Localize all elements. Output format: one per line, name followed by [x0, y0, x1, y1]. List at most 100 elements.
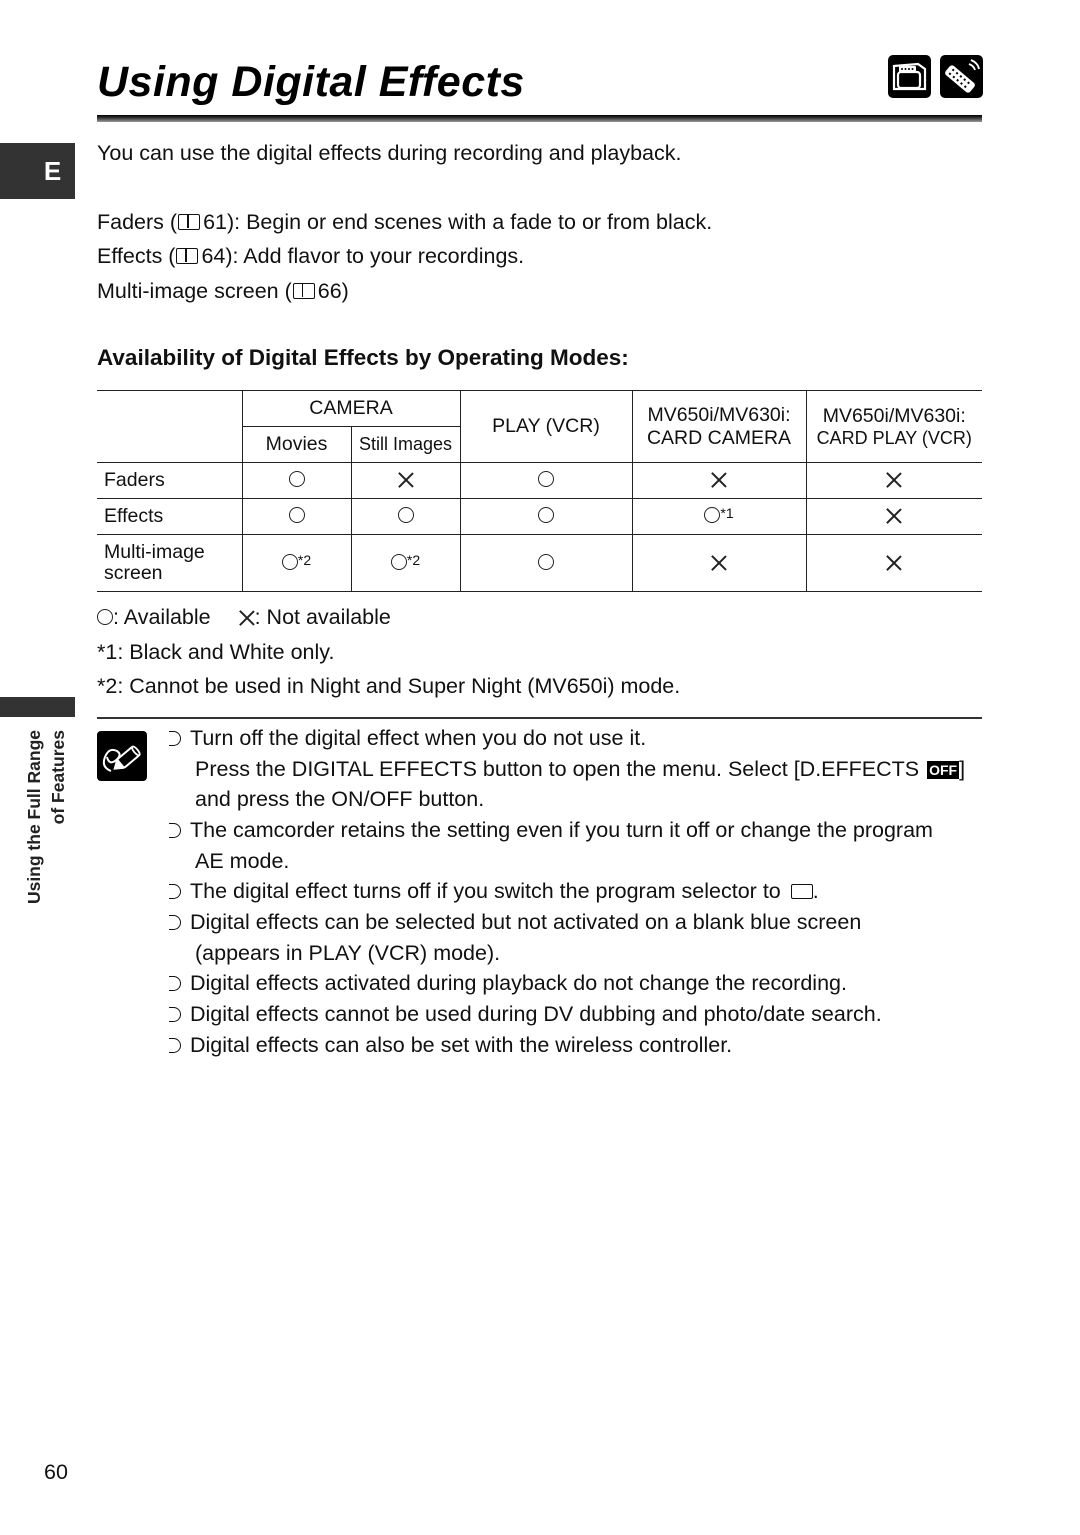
- bullet-icon: [169, 884, 181, 899]
- availability-cell: [459, 498, 633, 535]
- availability-table: CAMERA PLAY (VCR) MV650i/MV630i: CARD CA…: [97, 390, 982, 592]
- off-indicator-icon: OFF: [927, 761, 960, 779]
- wireless-remote-icon: [940, 55, 983, 98]
- reference-description: ): Begin or end scenes with a fade to or…: [226, 210, 713, 234]
- available-circle-icon: [704, 507, 721, 523]
- page-title: Using Digital Effects: [97, 58, 525, 106]
- table-row: Faders: [97, 462, 982, 499]
- footnote-2: *2: Cannot be used in Night and Super Ni…: [97, 674, 681, 698]
- header-card-play-mode: CARD PLAY (VCR): [816, 427, 972, 448]
- reference-description: ): [341, 279, 349, 303]
- tip-continuation: Press the DIGITAL EFFECTS button to open…: [195, 757, 965, 782]
- tip-text: Turn off the digital effect when you do …: [190, 726, 647, 750]
- section-side-label-line: of Features: [48, 730, 68, 825]
- header-card-camera-mode: CARD CAMERA: [646, 426, 792, 449]
- table-heading: Availability of Digital Effects by Opera…: [97, 345, 629, 370]
- title-underline: [97, 115, 982, 122]
- tip-text: Digital effects can be selected but not …: [190, 910, 862, 934]
- available-circle-icon: [97, 609, 113, 625]
- header-card-camera: MV650i/MV630i: CARD CAMERA: [631, 390, 807, 463]
- intro-text: You can use the digital effects during r…: [97, 141, 682, 165]
- reference-page: 64: [201, 244, 226, 268]
- auto-mode-frame-icon: [790, 884, 813, 899]
- book-icon: [292, 283, 315, 299]
- not-available-cross-icon: [239, 610, 255, 626]
- tip-text: Press the DIGITAL EFFECTS button to open…: [195, 757, 926, 781]
- bullet-icon: [169, 1007, 181, 1022]
- reference-effects: Effects ( 64): Add flavor to your recordi…: [97, 244, 524, 269]
- section-side-label-line: Using the Full Range: [24, 730, 44, 905]
- tips-divider: [97, 717, 982, 719]
- table-row: Effects *1: [97, 498, 982, 535]
- tip-continuation: and press the ON/OFF button.: [195, 787, 485, 811]
- table-header-row: CAMERA PLAY (VCR) MV650i/MV630i: CARD CA…: [97, 390, 982, 463]
- page-number: 60: [44, 1460, 68, 1484]
- tip-text: The digital effect turns off if you swit…: [190, 879, 787, 903]
- header-card-play: MV650i/MV630i: CARD PLAY (VCR): [805, 390, 982, 463]
- camera-mode-icon: [888, 55, 931, 98]
- availability-cell: *1: [631, 498, 807, 535]
- row-label: Multi-image screen: [97, 534, 243, 592]
- notes-pencil-icon: [97, 731, 147, 781]
- availability-cell: [241, 462, 352, 499]
- availability-cell: *2: [350, 534, 461, 592]
- reference-label: Multi-image screen (: [97, 279, 292, 303]
- availability-cell: [350, 498, 461, 535]
- tip-continuation: (appears in PLAY (VCR) mode).: [195, 941, 501, 965]
- tip-item: Digital effects activated during playbac…: [169, 971, 847, 996]
- availability-cell: [805, 498, 982, 535]
- cell-footnote-ref: *1: [720, 505, 734, 521]
- not-available-cross-icon: [886, 472, 902, 488]
- legend: : Available : Not available: [97, 605, 391, 630]
- availability-cell: [241, 498, 352, 535]
- row-label-line: screen: [104, 562, 163, 584]
- not-available-cross-icon: [711, 472, 727, 488]
- available-circle-icon: [281, 553, 298, 570]
- available-circle-icon: [538, 471, 554, 487]
- reference-multi-image: Multi-image screen ( 66): [97, 279, 349, 304]
- tip-text: Digital effects can also be set with the…: [190, 1033, 733, 1057]
- bullet-icon: [169, 915, 181, 930]
- cell-footnote-ref: *2: [297, 551, 312, 568]
- not-available-cross-icon: [886, 555, 902, 571]
- tip-text: Digital effects activated during playbac…: [190, 971, 847, 995]
- cell-footnote-ref: *2: [406, 551, 421, 568]
- reference-page: 61: [203, 210, 227, 234]
- row-label: Faders: [97, 462, 243, 499]
- legend-not-available: : Not available: [254, 605, 391, 629]
- section-tab-bar: [0, 697, 75, 717]
- tip-item: Digital effects cannot be used during DV…: [169, 1002, 882, 1027]
- available-circle-icon: [397, 507, 414, 523]
- reference-faders: Faders (61): Begin or end scenes with a …: [97, 210, 712, 235]
- tip-item: The digital effect turns off if you swit…: [169, 879, 819, 904]
- tip-text: The camcorder retains the setting even i…: [190, 818, 933, 842]
- availability-cell: [631, 534, 807, 592]
- language-tab: E: [0, 143, 75, 199]
- footnote-1: *1: Black and White only.: [97, 640, 335, 664]
- availability-cell: [459, 462, 633, 499]
- bullet-icon: [169, 823, 181, 838]
- available-circle-icon: [288, 471, 305, 487]
- header-blank: [97, 390, 243, 463]
- reference-label: Effects (: [97, 244, 176, 268]
- available-circle-icon: [538, 507, 554, 523]
- tip-item: Turn off the digital effect when you do …: [169, 726, 646, 751]
- header-card-camera-model: MV650i/MV630i:: [647, 403, 791, 426]
- reference-page: 66: [317, 279, 342, 303]
- available-circle-icon: [538, 553, 554, 570]
- tip-item: Digital effects can be selected but not …: [169, 910, 861, 935]
- availability-cell: [631, 462, 807, 499]
- bullet-icon: [169, 731, 181, 746]
- row-label: Effects: [97, 498, 243, 535]
- bullet-icon: [169, 976, 181, 991]
- legend-available: : Available: [113, 605, 211, 629]
- header-play-vcr: PLAY (VCR): [459, 390, 633, 463]
- header-still-images: Still Images: [350, 426, 461, 463]
- tip-item: Digital effects can also be set with the…: [169, 1033, 732, 1058]
- reference-description: ): Add flavor to your recordings.: [225, 244, 525, 268]
- book-icon: [178, 214, 201, 230]
- row-label-line: Multi-image: [104, 541, 205, 563]
- available-circle-icon: [288, 507, 305, 523]
- header-card-play-model: MV650i/MV630i:: [822, 404, 966, 427]
- not-available-cross-icon: [711, 555, 727, 571]
